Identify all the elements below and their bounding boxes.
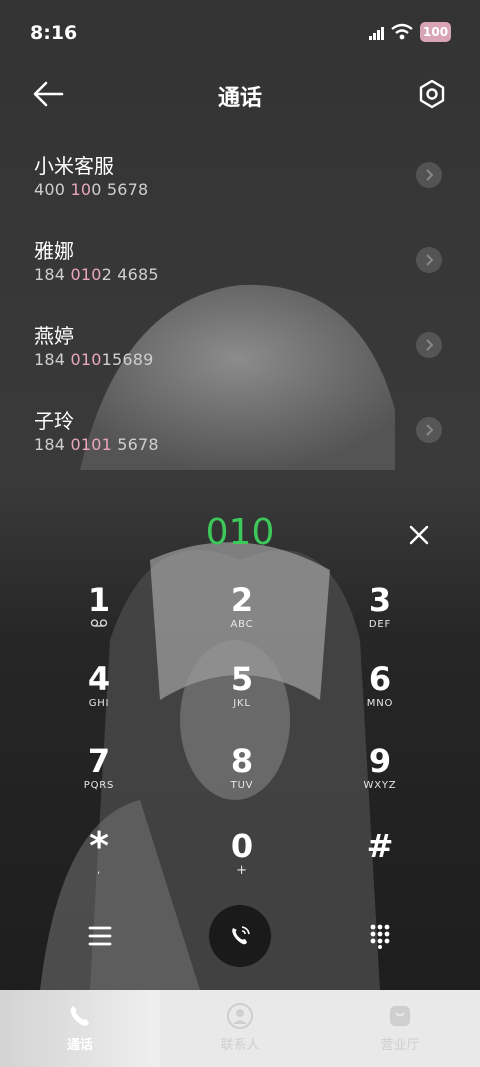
battery-indicator: 100 — [420, 22, 452, 42]
key-6[interactable]: 6 MNO — [320, 661, 440, 731]
contact-name: 雅娜 — [34, 239, 74, 263]
chevron-right-icon[interactable] — [416, 332, 442, 358]
settings-hexagon-icon[interactable] — [416, 78, 448, 110]
contact-name: 子玲 — [34, 409, 74, 433]
contact-row[interactable]: 燕婷 184 01015689 — [0, 310, 480, 390]
contact-name: 燕婷 — [34, 324, 74, 348]
match-highlight: 0101 — [70, 435, 112, 454]
call-button[interactable] — [209, 905, 271, 967]
shop-bag-icon — [390, 1006, 410, 1026]
tab-calls[interactable]: 通话 — [0, 990, 160, 1067]
header: 通话 — [0, 68, 480, 124]
status-time: 8:16 — [30, 22, 78, 44]
contact-number: 184 0101 5678 — [34, 435, 159, 454]
person-icon — [227, 1003, 253, 1029]
key-0[interactable]: 0 + — [182, 828, 302, 898]
key-1[interactable]: 1 — [39, 582, 159, 652]
clear-x-icon[interactable] — [404, 520, 434, 550]
chevron-right-icon[interactable] — [416, 162, 442, 188]
menu-icon[interactable] — [86, 924, 114, 948]
tab-contacts[interactable]: 联系人 — [160, 990, 320, 1067]
key-9[interactable]: 9 WXYZ — [320, 743, 440, 813]
voicemail-icon — [90, 619, 108, 627]
bottom-navigation: 通话 联系人 营业厅 — [0, 990, 480, 1067]
key-star[interactable]: * , — [39, 827, 159, 898]
dialer-pad: 010 1 2 ABC 3 DEF 4 GHI 5 JKL 6 MNO 7 PQ… — [0, 468, 480, 990]
contact-row[interactable]: 小米客服 400 100 5678 — [0, 140, 480, 220]
contact-number: 400 100 5678 — [34, 180, 149, 199]
status-bar: 8:16 100 — [0, 0, 480, 68]
contact-number: 184 01015689 — [34, 350, 154, 369]
key-hash[interactable]: # — [320, 828, 440, 898]
key-8[interactable]: 8 TUV — [182, 743, 302, 813]
key-4[interactable]: 4 GHI — [39, 661, 159, 731]
tab-service-hall[interactable]: 营业厅 — [320, 990, 480, 1067]
page-title: 通话 — [217, 86, 262, 111]
keypad-grid-icon[interactable] — [369, 923, 391, 949]
contact-row[interactable]: 子玲 184 0101 5678 — [0, 395, 480, 475]
contact-number: 184 0102 4685 — [34, 265, 159, 284]
phone-call-icon — [232, 926, 250, 945]
key-7[interactable]: 7 PQRS — [39, 743, 159, 813]
signal-icon — [369, 27, 384, 40]
contact-name: 小米客服 — [34, 154, 114, 178]
chevron-right-icon[interactable] — [416, 247, 442, 273]
key-2[interactable]: 2 ABC — [182, 582, 302, 652]
key-3[interactable]: 3 DEF — [320, 582, 440, 652]
chevron-right-icon[interactable] — [416, 417, 442, 443]
wifi-icon — [391, 23, 413, 40]
match-highlight: 10 — [70, 180, 92, 199]
contact-row[interactable]: 雅娜 184 0102 4685 — [0, 225, 480, 305]
key-5[interactable]: 5 JKL — [182, 661, 302, 731]
phone-icon — [70, 1006, 89, 1026]
match-highlight: 010 — [70, 265, 102, 284]
match-highlight: 010 — [70, 350, 102, 369]
